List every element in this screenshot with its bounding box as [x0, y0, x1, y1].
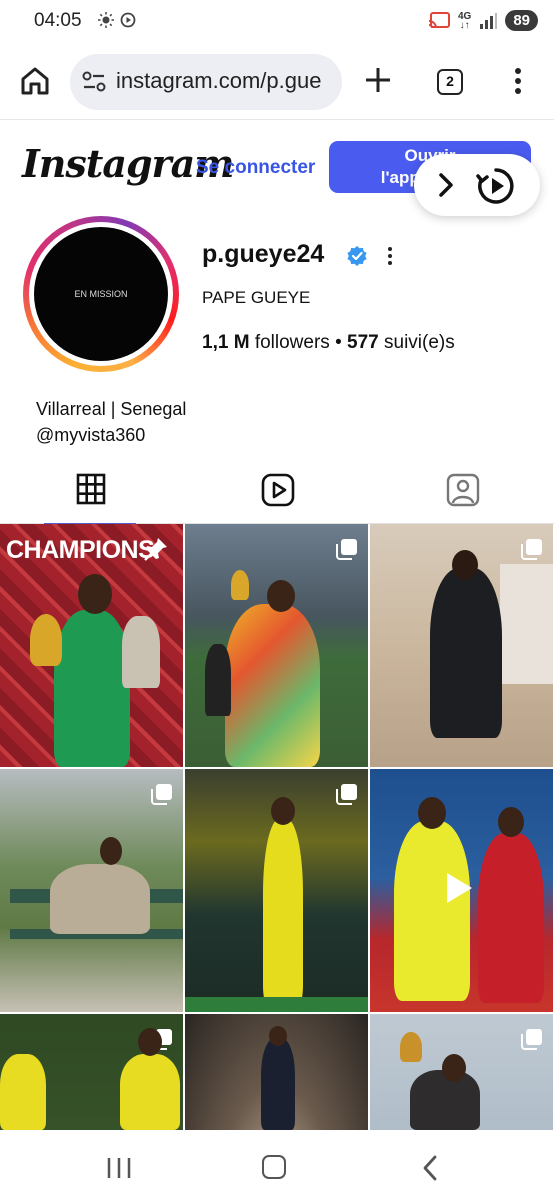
person-head — [452, 550, 478, 580]
tab-reels[interactable] — [185, 462, 369, 524]
player-head — [138, 1028, 162, 1056]
post-thumbnail[interactable] — [0, 769, 183, 1012]
trophy-shape — [30, 614, 62, 666]
trophy-shape — [231, 570, 249, 600]
post-thumbnail[interactable] — [185, 524, 368, 767]
status-bar: 04:05 4G ↓↑ 89 — [0, 0, 554, 44]
pin-icon — [144, 538, 167, 561]
brightness-icon — [98, 12, 114, 28]
media-play-icon — [120, 12, 136, 28]
profile-tabs — [0, 462, 554, 525]
multi-post-icon — [521, 539, 542, 560]
tab-posts[interactable] — [0, 462, 184, 525]
following-count[interactable]: 577 — [347, 332, 379, 353]
player-head — [78, 574, 112, 614]
post-caption: CHAMPIONS — [6, 536, 155, 564]
bio-mention-link[interactable]: @myvista360 — [36, 422, 186, 448]
replay-play-icon[interactable] — [476, 166, 516, 206]
player-head — [269, 1026, 287, 1046]
bio-line: Villarreal | Senegal — [36, 399, 187, 419]
post-thumbnail[interactable] — [0, 1014, 183, 1130]
person-head — [442, 1054, 466, 1082]
opponent-head — [498, 807, 524, 837]
post-thumbnail[interactable] — [370, 769, 553, 1012]
url-text: instagram.com/p.gue — [116, 68, 322, 93]
pitch-strip — [185, 997, 368, 1012]
trophy-shape — [400, 1032, 422, 1062]
login-link[interactable]: Se connecter — [196, 157, 315, 179]
reels-icon — [261, 473, 295, 507]
status-left-icons — [98, 12, 136, 28]
tab-tagged[interactable] — [370, 462, 554, 524]
status-right-icons: 4G ↓↑ 89 — [428, 10, 538, 31]
player-figure — [120, 1054, 180, 1130]
floating-media-bubble[interactable] — [414, 154, 540, 216]
home-icon[interactable] — [18, 64, 52, 98]
person-figure — [50, 864, 150, 934]
new-tab-icon[interactable] — [362, 64, 394, 96]
system-navigation-bar — [0, 1130, 554, 1200]
trophy-shape — [122, 616, 160, 688]
tagged-icon — [446, 473, 480, 507]
battery-level: 89 — [505, 10, 538, 31]
player-head — [267, 580, 295, 612]
person-figure — [410, 1070, 480, 1130]
player-figure — [54, 610, 130, 767]
profile-stats: 1,1 M followers • 577 suivi(e)s — [202, 332, 455, 354]
player-figure — [394, 821, 470, 1001]
verified-badge-icon — [347, 246, 367, 266]
player-figure — [261, 1038, 295, 1130]
wall-panel — [500, 564, 553, 684]
cast-icon — [428, 11, 450, 28]
stats-separator: • — [335, 332, 342, 353]
instagram-header: Instagram Se connecter Ouvrir l'applicat… — [0, 121, 554, 216]
profile-username: p.gueye24 — [202, 240, 325, 268]
avatar-frame: EN MISSION — [29, 222, 173, 366]
player-figure — [225, 604, 320, 767]
profile-options-icon[interactable] — [382, 244, 398, 268]
chevron-right-icon[interactable] — [436, 171, 456, 199]
grid-icon — [76, 473, 106, 505]
signal-icon — [480, 12, 498, 29]
profile-bio: Villarreal | Senegal @myvista360 — [36, 396, 186, 448]
multi-post-icon — [521, 1029, 542, 1050]
address-bar[interactable]: instagram.com/p.gue — [70, 54, 342, 110]
post-thumbnail[interactable] — [370, 524, 553, 767]
post-thumbnail[interactable] — [370, 1014, 553, 1130]
player-head — [418, 797, 446, 829]
post-thumbnail[interactable] — [185, 1014, 368, 1130]
person-head — [100, 837, 122, 865]
post-thumbnail[interactable]: CHAMPIONS — [0, 524, 183, 767]
followers-label[interactable]: followers — [255, 332, 330, 353]
status-time: 04:05 — [34, 10, 82, 31]
more-vertical-icon[interactable] — [506, 66, 530, 96]
play-icon — [447, 873, 472, 903]
tab-switcher-button[interactable]: 2 — [437, 69, 463, 95]
person-figure — [430, 568, 502, 738]
following-label[interactable]: suivi(e)s — [384, 332, 455, 353]
opponent-figure — [478, 833, 544, 1003]
player-head — [271, 797, 295, 825]
multi-post-icon — [151, 784, 172, 805]
photographer-figure — [205, 644, 231, 716]
avatar: EN MISSION — [34, 227, 168, 361]
recent-apps-icon[interactable] — [106, 1156, 132, 1180]
multi-post-icon — [336, 539, 357, 560]
player-figure — [0, 1054, 46, 1130]
browser-toolbar: instagram.com/p.gue 2 — [0, 44, 554, 120]
posts-grid: CHAMPIONS — [0, 524, 554, 1130]
player-figure — [263, 819, 303, 1004]
profile-full-name: PAPE GUEYE — [202, 288, 311, 307]
site-settings-icon[interactable] — [82, 71, 106, 93]
back-icon[interactable] — [420, 1154, 440, 1182]
home-nav-icon[interactable] — [262, 1155, 286, 1179]
post-thumbnail[interactable] — [185, 769, 368, 1012]
profile-avatar-ring[interactable]: EN MISSION — [23, 216, 179, 372]
followers-count[interactable]: 1,1 M — [202, 332, 250, 353]
multi-post-icon — [336, 784, 357, 805]
network-type: 4G ↓↑ — [457, 10, 472, 31]
